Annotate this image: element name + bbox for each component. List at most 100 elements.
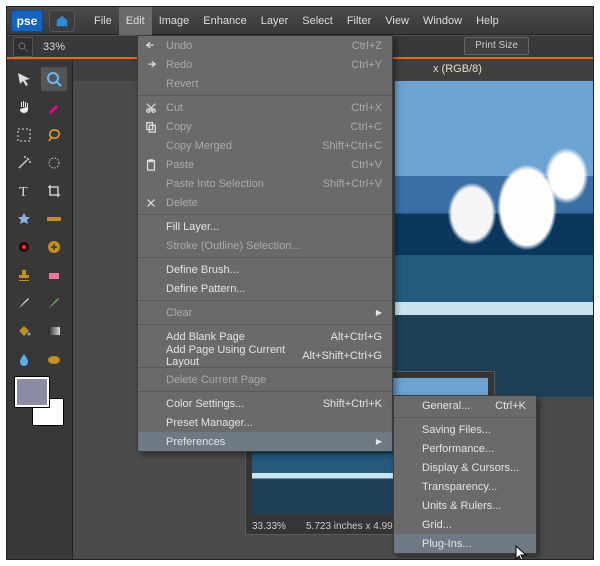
menu-shortcut: Ctrl+V <box>351 159 382 171</box>
menu-file[interactable]: File <box>87 7 119 35</box>
menu-shortcut: Ctrl+Y <box>351 59 382 71</box>
menu-enhance[interactable]: Enhance <box>196 7 253 35</box>
menu-label: Define Pattern... <box>166 283 246 295</box>
pref-units-rulers[interactable]: Units & Rulers... <box>394 496 536 515</box>
menu-label: Stroke (Outline) Selection... <box>166 240 301 252</box>
menu-label: Units & Rulers... <box>422 500 501 512</box>
pref-general[interactable]: General...Ctrl+K <box>394 396 536 415</box>
tool-stamp[interactable] <box>11 263 37 287</box>
menu-shortcut: Ctrl+X <box>351 102 382 114</box>
home-button[interactable] <box>49 10 75 32</box>
menu-label: Color Settings... <box>166 398 244 410</box>
lasso-icon <box>46 127 62 143</box>
wand-icon <box>16 155 32 171</box>
fill-icon <box>16 323 32 339</box>
tool-wand[interactable] <box>11 151 37 175</box>
pref-grid[interactable]: Grid... <box>394 515 536 534</box>
foreground-color[interactable] <box>15 377 49 407</box>
menu-help[interactable]: Help <box>469 7 506 35</box>
tool-select-brush[interactable] <box>41 151 67 175</box>
menu-label: Copy Merged <box>166 140 232 152</box>
color-swatch[interactable] <box>15 377 63 425</box>
menu-window[interactable]: Window <box>416 7 469 35</box>
edit-preferences[interactable]: Preferences▶ <box>138 432 392 451</box>
menu-layer[interactable]: Layer <box>254 7 296 35</box>
cookie-icon <box>16 211 32 227</box>
edit-fill-layer[interactable]: Fill Layer... <box>138 217 392 236</box>
delete-icon <box>145 197 157 209</box>
edit-preset-manager[interactable]: Preset Manager... <box>138 413 392 432</box>
stamp-icon <box>16 267 32 283</box>
edit-stroke-outline-selection: Stroke (Outline) Selection... <box>138 236 392 255</box>
tool-move[interactable] <box>11 67 37 91</box>
canvas-image[interactable] <box>395 81 594 397</box>
title-bar: pse FileEditImageEnhanceLayerSelectFilte… <box>7 7 593 35</box>
pref-display-cursors[interactable]: Display & Cursors... <box>394 458 536 477</box>
menu-shortcut: Shift+Ctrl+C <box>322 140 382 152</box>
submenu-arrow-icon: ▶ <box>376 308 382 317</box>
tool-eyedropper[interactable] <box>41 95 67 119</box>
menu-label: Performance... <box>422 443 494 455</box>
edit-copy-merged: Copy Merged Shift+Ctrl+C <box>138 136 392 155</box>
undo-icon <box>145 40 157 52</box>
edit-paste: PasteCtrl+V <box>138 155 392 174</box>
tool-panel: T <box>7 61 73 559</box>
tool-brush[interactable] <box>11 291 37 315</box>
menu-label: Revert <box>166 78 198 90</box>
menu-label: Delete <box>166 197 198 209</box>
select-brush-icon <box>46 155 62 171</box>
pref-transparency[interactable]: Transparency... <box>394 477 536 496</box>
menu-filter[interactable]: Filter <box>340 7 378 35</box>
tool-blur[interactable] <box>11 347 37 371</box>
zoom-percent[interactable]: 33% <box>43 41 65 53</box>
print-size-button[interactable]: Print Size <box>464 37 529 55</box>
cut-icon <box>145 102 157 114</box>
edit-undo: UndoCtrl+Z <box>138 36 392 55</box>
pse-logo[interactable]: pse <box>11 10 43 32</box>
menu-label: Undo <box>166 40 192 52</box>
menu-shortcut: Ctrl+C <box>351 121 382 133</box>
zoom-icon <box>46 71 62 87</box>
heal-icon <box>46 239 62 255</box>
tool-type[interactable]: T <box>11 179 37 203</box>
tool-zoom[interactable] <box>41 67 67 91</box>
edit-clear: Clear▶ <box>138 303 392 322</box>
pref-saving-files[interactable]: Saving Files... <box>394 420 536 439</box>
redeye-icon <box>16 239 32 255</box>
pref-performance[interactable]: Performance... <box>394 439 536 458</box>
menu-edit[interactable]: Edit <box>119 7 152 35</box>
edit-redo: RedoCtrl+Y <box>138 55 392 74</box>
edit-color-settings[interactable]: Color Settings...Shift+Ctrl+K <box>138 394 392 413</box>
menu-image[interactable]: Image <box>152 7 197 35</box>
tool-straighten[interactable] <box>41 207 67 231</box>
tool-redeye[interactable] <box>11 235 37 259</box>
menu-select[interactable]: Select <box>295 7 340 35</box>
tool-lasso[interactable] <box>41 123 67 147</box>
tool-fill[interactable] <box>11 319 37 343</box>
menu-label: Cut <box>166 102 183 114</box>
preferences-submenu: General...Ctrl+K Saving Files... Performan… <box>393 395 537 554</box>
tool-cookie[interactable] <box>11 207 37 231</box>
menu-label: Define Brush... <box>166 264 239 276</box>
menu-view[interactable]: View <box>378 7 416 35</box>
move-icon <box>16 71 32 87</box>
tool-eraser[interactable] <box>41 263 67 287</box>
menu-label: Copy <box>166 121 192 133</box>
menu-label: Grid... <box>422 519 452 531</box>
tool-sponge[interactable] <box>41 347 67 371</box>
document-title[interactable]: x (RGB/8) <box>433 63 482 75</box>
edit-define-brush[interactable]: Define Brush... <box>138 260 392 279</box>
tool-crop[interactable] <box>41 179 67 203</box>
tool-heal[interactable] <box>41 235 67 259</box>
edit-add-page-using-current-layout[interactable]: Add Page Using Current LayoutAlt+Shift+C… <box>138 346 392 365</box>
tool-marquee[interactable] <box>11 123 37 147</box>
hand-icon <box>16 99 32 115</box>
edit-paste-into-selection: Paste Into SelectionShift+Ctrl+V <box>138 174 392 193</box>
tool-gradient[interactable] <box>41 319 67 343</box>
tool-hand[interactable] <box>11 95 37 119</box>
menu-label: Add Blank Page <box>166 331 245 343</box>
tool-smart-brush[interactable] <box>41 291 67 315</box>
edit-define-pattern[interactable]: Define Pattern... <box>138 279 392 298</box>
submenu-arrow-icon: ▶ <box>376 437 382 446</box>
zoom-tool-indicator[interactable] <box>13 37 33 57</box>
